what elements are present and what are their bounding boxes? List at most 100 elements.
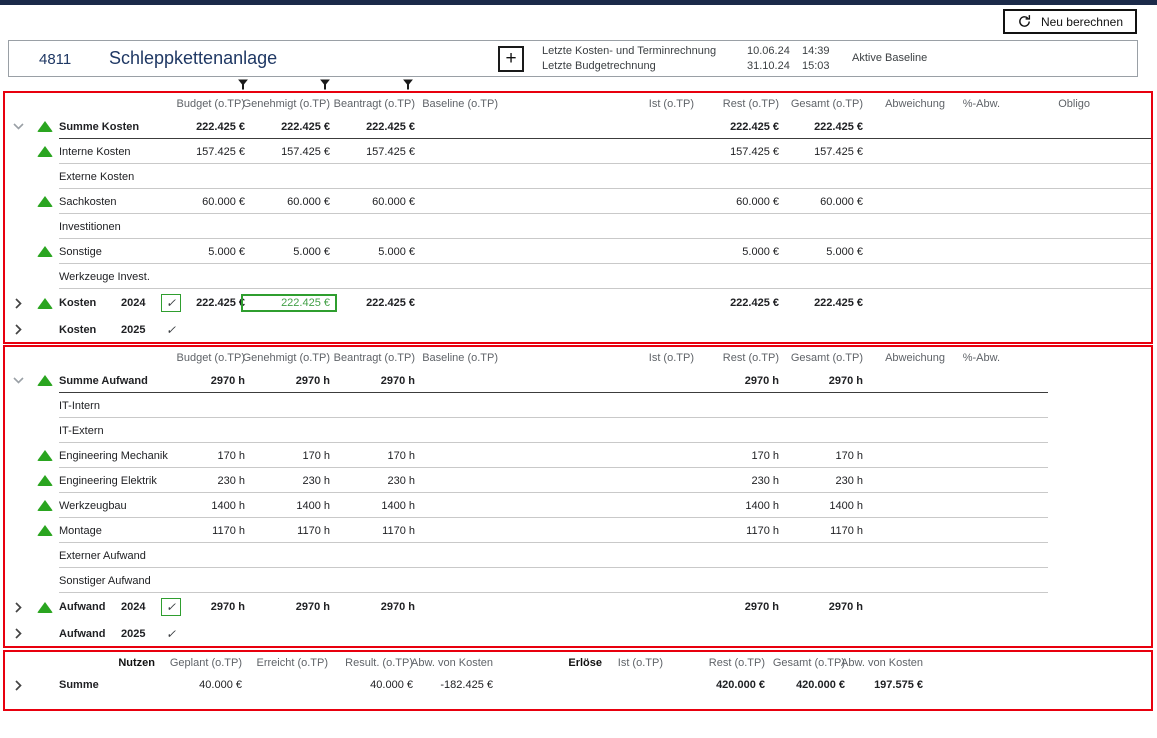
green-triangle-up-icon: [37, 298, 53, 309]
year-checkbox-checked[interactable]: [161, 598, 181, 616]
cell-budget: 1170 h: [212, 525, 245, 537]
cell-beantragt: 5.000 €: [378, 246, 415, 258]
cell-gesamt: 2970 h: [829, 601, 863, 613]
cell-result: 40.000 €: [370, 679, 413, 691]
row-externe-kosten: Externe Kosten: [5, 164, 1151, 189]
green-triangle-up-icon: [37, 602, 53, 613]
row-werkzeugbau: Werkzeugbau 1400 h 1400 h 1400 h 1400 h …: [5, 493, 1151, 518]
checkmark-icon: [166, 296, 176, 310]
cell-gesamt: 60.000 €: [820, 196, 863, 208]
cell-gesamt: 230 h: [835, 475, 863, 487]
row-label: Aufwand: [59, 601, 121, 613]
year-checkbox-checked[interactable]: [161, 294, 181, 312]
row-label: Werkzeuge Invest.: [59, 271, 150, 283]
cell-genehmigt: 2970 h: [296, 601, 330, 613]
aufwand-section: Budget (o.TP) Genehmigt (o.TP) Beantragt…: [3, 345, 1153, 648]
col-ist: Ist (o.TP): [649, 98, 694, 110]
cell-abw-von-kosten-2: 197.575 €: [874, 679, 923, 691]
chevron-down-icon[interactable]: [13, 123, 24, 130]
cell-geplant: 40.000 €: [199, 679, 242, 691]
cell-budget: 157.425 €: [196, 146, 245, 158]
col-genehmigt: Genehmigt (o.TP): [243, 352, 330, 364]
year-checkbox-plain[interactable]: [166, 627, 176, 641]
cell-genehmigt: 1170 h: [297, 525, 330, 537]
checkmark-icon: [166, 627, 176, 641]
checkmark-icon: [166, 323, 176, 337]
project-id: 4811: [39, 51, 71, 68]
cell-budget: 230 h: [217, 475, 245, 487]
last-cost-calc-time: 14:39: [802, 44, 830, 59]
chevron-right-icon[interactable]: [15, 628, 22, 639]
row-label: Interne Kosten: [59, 146, 131, 158]
filter-funnel-icon[interactable]: [236, 78, 250, 94]
row-label: Summe Aufwand: [59, 375, 148, 387]
col-erloese: Erlöse: [568, 657, 602, 669]
row-label: Engineering Mechanik: [59, 450, 168, 462]
row-label: Kosten: [59, 324, 121, 336]
chevron-right-icon[interactable]: [15, 324, 22, 335]
last-cost-calc-date: 10.06.24: [747, 44, 790, 59]
chevron-right-icon[interactable]: [15, 602, 22, 613]
col-baseline: Baseline (o.TP): [422, 98, 498, 110]
expand-plus-button[interactable]: +: [498, 46, 524, 72]
filter-funnel-icon[interactable]: [318, 78, 332, 94]
cell-genehmigt: 60.000 €: [287, 196, 330, 208]
chevron-down-icon[interactable]: [13, 377, 24, 384]
col-rest: Rest (o.TP): [709, 657, 765, 669]
chevron-right-icon[interactable]: [15, 680, 22, 691]
row-label: Werkzeugbau: [59, 500, 127, 512]
cell-budget: 222.425 €: [196, 297, 245, 309]
cell-rest: 222.425 €: [730, 121, 779, 133]
green-triangle-up-icon: [37, 146, 53, 157]
filter-funnel-icon[interactable]: [401, 78, 415, 94]
cell-budget: 170 h: [217, 450, 245, 462]
cell-rest: 5.000 €: [742, 246, 779, 258]
kosten-header-row: Budget (o.TP) Genehmigt (o.TP) Beantragt…: [5, 93, 1151, 114]
row-year: 2025: [121, 324, 153, 336]
cell-rest: 2970 h: [745, 375, 779, 387]
checkmark-icon: [166, 600, 176, 614]
cell-gesamt: 420.000 €: [796, 679, 845, 691]
cell-gesamt: 157.425 €: [814, 146, 863, 158]
col-gesamt: Gesamt (o.TP): [773, 657, 845, 669]
cell-rest: 2970 h: [745, 601, 779, 613]
last-cost-calc-label: Letzte Kosten- und Terminrechnung: [542, 44, 716, 59]
refresh-icon: [1017, 14, 1032, 29]
chevron-right-icon[interactable]: [15, 298, 22, 309]
cell-rest: 157.425 €: [730, 146, 779, 158]
cell-genehmigt: 5.000 €: [293, 246, 330, 258]
col-rest: Rest (o.TP): [723, 352, 779, 364]
row-aufwand-2024: Aufwand 2024 2970 h 2970 h 2970 h 2970 h…: [5, 593, 1151, 621]
col-obligo: Obligo: [1058, 98, 1090, 110]
recalculate-button[interactable]: Neu berechnen: [1003, 9, 1137, 34]
green-triangle-up-icon: [37, 121, 53, 132]
green-triangle-up-icon: [37, 196, 53, 207]
cell-genehmigt-editable[interactable]: 222.425 €: [241, 294, 337, 312]
cell-rest: 60.000 €: [736, 196, 779, 208]
col-abweichung: Abweichung: [885, 352, 945, 364]
row-year: 2024: [121, 601, 153, 613]
row-sachkosten: Sachkosten 60.000 € 60.000 € 60.000 € 60…: [5, 189, 1151, 214]
last-budget-calc-label: Letzte Budgetrechnung: [542, 59, 716, 74]
cell-genehmigt: 1400 h: [296, 500, 330, 512]
cell-gesamt: 222.425 €: [814, 121, 863, 133]
col-budget: Budget (o.TP): [177, 352, 245, 364]
row-kosten-2024: Kosten 2024 222.425 € 222.425 € 222.425 …: [5, 289, 1151, 317]
row-it-intern: IT-Intern: [5, 393, 1151, 418]
green-triangle-up-icon: [37, 475, 53, 486]
year-checkbox-plain[interactable]: [166, 323, 176, 337]
cell-beantragt: 170 h: [387, 450, 415, 462]
cell-genehmigt: 2970 h: [296, 375, 330, 387]
row-engineering-mechanik: Engineering Mechanik 170 h 170 h 170 h 1…: [5, 443, 1151, 468]
cell-genehmigt: 170 h: [302, 450, 330, 462]
cell-genehmigt: 222.425 €: [281, 121, 330, 133]
cell-budget: 2970 h: [211, 601, 245, 613]
project-name: Schleppkettenanlage: [109, 48, 277, 69]
cell-budget: 5.000 €: [208, 246, 245, 258]
plus-icon: +: [505, 48, 516, 70]
green-triangle-up-icon: [37, 450, 53, 461]
cell-beantragt: 157.425 €: [366, 146, 415, 158]
cell-gesamt: 5.000 €: [826, 246, 863, 258]
col-abw-von-kosten-2: Abw. von Kosten: [841, 657, 923, 669]
col-result: Result. (o.TP): [345, 657, 413, 669]
